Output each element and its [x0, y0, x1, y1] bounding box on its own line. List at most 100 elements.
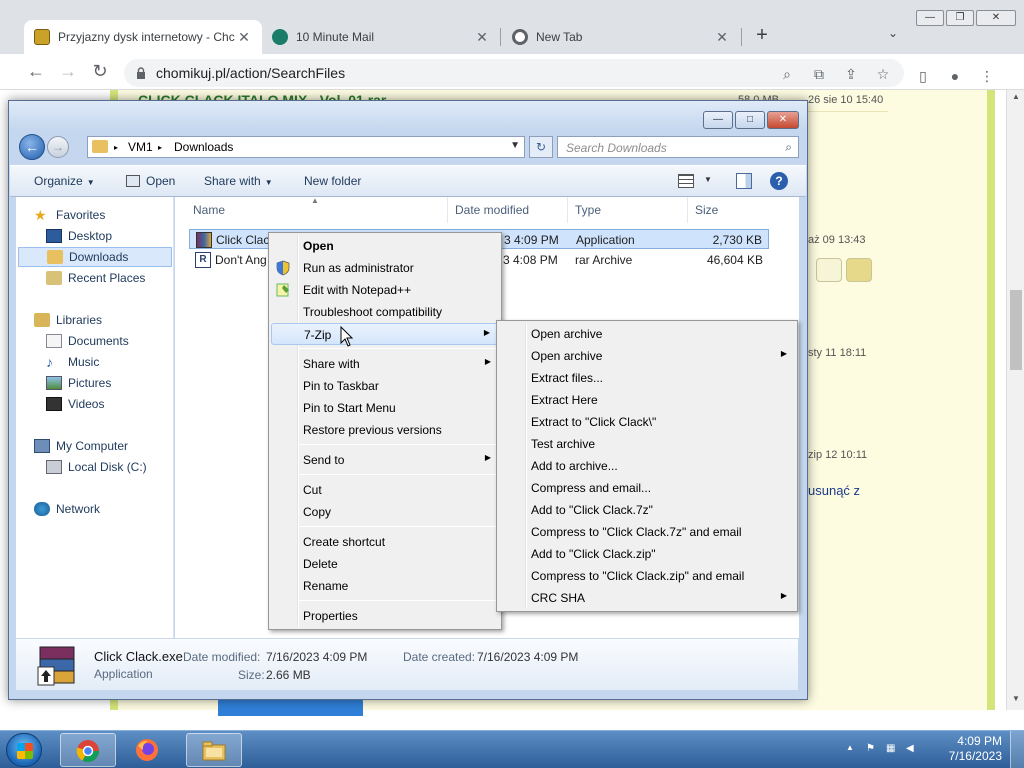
tab-10-minute-mail[interactable]: 10 Minute Mail ✕ [262, 20, 500, 54]
explorer-address-bar[interactable]: ▸ VM1 ▸ Downloads ▼ [87, 136, 525, 158]
comment-bubble-icon[interactable] [816, 258, 842, 282]
menu-item-troubleshoot-compatibility[interactable]: Troubleshoot compatibility [271, 301, 499, 323]
menu-item-add-to-archive[interactable]: Add to archive... [499, 455, 795, 477]
menu-item-cut[interactable]: Cut [271, 479, 499, 501]
column-header-date-modified[interactable]: Date modified [455, 203, 529, 217]
menu-item-copy[interactable]: Copy [271, 501, 499, 523]
scroll-down-icon[interactable]: ▼ [1007, 694, 1024, 708]
nav-recent-places[interactable]: Recent Places [46, 268, 145, 288]
scrollbar-thumb[interactable] [1010, 290, 1022, 370]
explorer-close-button[interactable]: ✕ [767, 111, 799, 129]
nav-local-disk[interactable]: Local Disk (C:) [46, 457, 147, 477]
menu-item-add-to-zip[interactable]: Add to "Click Clack.zip" [499, 543, 795, 565]
refresh-button[interactable]: ↻ [529, 136, 553, 158]
nav-my-computer[interactable]: My Computer [34, 436, 128, 456]
chrome-menu-icon[interactable]: ⋮ [978, 68, 996, 84]
menu-item-send-to[interactable]: Send to ▶ [271, 449, 499, 471]
breadcrumb-vm1[interactable]: VM1 [128, 140, 153, 154]
close-button[interactable]: ✕ [976, 10, 1016, 26]
menu-item-extract-files[interactable]: Extract files... [499, 367, 795, 389]
show-hidden-icons-button[interactable]: ▲ [846, 743, 860, 757]
clock[interactable]: 4:09 PM 7/16/2023 [949, 734, 1002, 764]
menu-item-open-archive[interactable]: Open archive [499, 323, 795, 345]
back-button[interactable]: ← [24, 60, 48, 84]
explorer-back-button[interactable]: ← [19, 134, 45, 160]
menu-item-add-to-7z[interactable]: Add to "Click Clack.7z" [499, 499, 795, 521]
open-button[interactable]: Open [126, 174, 175, 188]
tab-close-icon[interactable]: ✕ [474, 29, 490, 46]
preview-pane-icon[interactable] [736, 173, 752, 189]
menu-item-delete[interactable]: Delete [271, 553, 499, 575]
tab-close-icon[interactable]: ✕ [236, 29, 252, 46]
menu-item-restore-previous-versions[interactable]: Restore previous versions [271, 419, 499, 441]
address-bar[interactable]: chomikuj.pl/action/SearchFiles ⌕ ⧉ ⇪ ☆ [124, 59, 904, 87]
address-dropdown-icon[interactable]: ▼ [510, 140, 520, 151]
explorer-minimize-button[interactable]: — [703, 111, 733, 129]
nav-libraries[interactable]: Libraries [34, 310, 102, 330]
volume-muted-icon[interactable]: ◀ [906, 743, 920, 757]
explorer-search-input[interactable]: Search Downloads ⌕ [557, 136, 799, 158]
share-icon[interactable]: ⇪ [842, 66, 860, 82]
help-button[interactable]: ? [770, 172, 788, 190]
column-header-size[interactable]: Size [695, 203, 718, 217]
menu-item-open-archive-submenu[interactable]: Open archive ▶ [499, 345, 795, 367]
search-icon[interactable]: ⌕ [785, 140, 792, 155]
menu-item-extract-to-folder[interactable]: Extract to "Click Clack\" [499, 411, 795, 433]
organize-button[interactable]: Organize ▼ [34, 174, 95, 188]
tab-new-tab[interactable]: New Tab ✕ [502, 20, 740, 54]
minimize-button[interactable]: — [916, 10, 944, 26]
new-tab-button[interactable]: + [750, 24, 774, 48]
taskbar-explorer[interactable] [186, 733, 242, 767]
menu-item-properties[interactable]: Properties [271, 605, 499, 627]
breadcrumb-separator-icon[interactable]: ▸ [114, 143, 118, 152]
menu-item-compress-and-email[interactable]: Compress and email... [499, 477, 795, 499]
reload-button[interactable]: ↻ [88, 60, 112, 84]
tab-search-button[interactable]: ⌄ [883, 26, 903, 40]
menu-item-share-with[interactable]: Share with ▶ [271, 353, 499, 375]
menu-item-run-as-administrator[interactable]: Run as administrator [271, 257, 499, 279]
menu-item-7zip[interactable]: 7-Zip ▶ [271, 323, 499, 345]
profile-icon[interactable]: ● [946, 68, 964, 84]
menu-item-extract-here[interactable]: Extract Here [499, 389, 795, 411]
new-folder-button[interactable]: New folder [304, 174, 361, 188]
tab-chomikuj[interactable]: Przyjazny dysk internetowy - Chc ✕ [24, 20, 262, 54]
column-divider[interactable] [687, 197, 688, 223]
menu-item-open[interactable]: Open [271, 235, 499, 257]
menu-item-pin-to-taskbar[interactable]: Pin to Taskbar [271, 375, 499, 397]
translate-icon[interactable]: ⧉ [810, 66, 828, 82]
menu-item-compress-7z-email[interactable]: Compress to "Click Clack.7z" and email [499, 521, 795, 543]
menu-item-rename[interactable]: Rename [271, 575, 499, 597]
taskbar-firefox[interactable] [120, 733, 176, 767]
show-desktop-button[interactable] [1010, 731, 1024, 768]
nav-pictures[interactable]: Pictures [46, 373, 111, 393]
network-status-icon[interactable]: ▦ [886, 743, 900, 757]
maximize-button[interactable]: ❐ [946, 10, 974, 26]
nav-documents[interactable]: Documents [46, 331, 129, 351]
gift-icon[interactable] [846, 258, 872, 282]
breadcrumb-separator-icon[interactable]: ▸ [158, 143, 162, 152]
nav-desktop[interactable]: Desktop [46, 226, 112, 246]
view-options-dropdown-icon[interactable]: ▼ [704, 175, 712, 184]
menu-item-compress-zip-email[interactable]: Compress to "Click Clack.zip" and email [499, 565, 795, 587]
column-header-name[interactable]: Name [193, 203, 225, 217]
column-header-type[interactable]: Type [575, 203, 601, 217]
menu-item-test-archive[interactable]: Test archive [499, 433, 795, 455]
page-scrollbar[interactable]: ▲ ▼ [1006, 90, 1024, 710]
page-link[interactable]: usunąć z [808, 483, 860, 498]
tab-close-icon[interactable]: ✕ [714, 29, 730, 46]
action-center-flag-icon[interactable]: ⚑ [866, 743, 880, 757]
menu-item-edit-notepadpp[interactable]: Edit with Notepad++ [271, 279, 499, 301]
menu-item-crc-sha[interactable]: CRC SHA ▶ [499, 587, 795, 609]
explorer-maximize-button[interactable]: □ [735, 111, 765, 129]
change-view-icon[interactable] [678, 174, 694, 188]
nav-music[interactable]: ♪ Music [46, 352, 99, 372]
nav-favorites[interactable]: ★ Favorites [34, 205, 105, 225]
menu-item-create-shortcut[interactable]: Create shortcut [271, 531, 499, 553]
explorer-titlebar[interactable]: — □ ✕ [9, 101, 807, 131]
forward-button[interactable]: → [56, 60, 80, 84]
nav-videos[interactable]: Videos [46, 394, 104, 414]
search-icon[interactable]: ⌕ [778, 66, 796, 82]
explorer-forward-button[interactable]: → [47, 136, 69, 158]
nav-network[interactable]: Network [34, 499, 100, 519]
menu-item-pin-to-start-menu[interactable]: Pin to Start Menu [271, 397, 499, 419]
